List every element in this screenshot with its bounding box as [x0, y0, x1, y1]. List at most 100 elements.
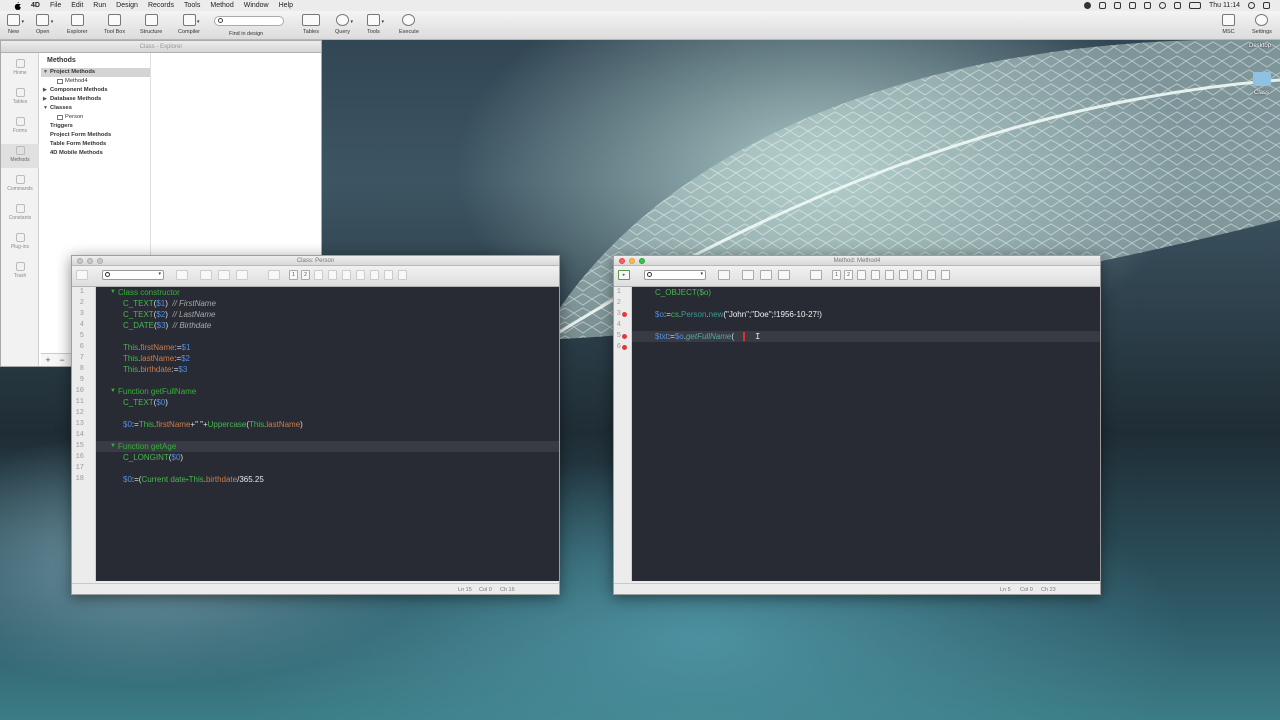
- method-code-editor[interactable]: 123456 C_OBJECT($o) $o:=cs.Person.new("J…: [614, 287, 1100, 581]
- node-person[interactable]: Person: [41, 113, 150, 122]
- class-editor-search[interactable]: ▾: [102, 270, 164, 280]
- layout-button-7[interactable]: [370, 270, 379, 280]
- zoom-2-button[interactable]: 2: [844, 270, 853, 280]
- method-window-titlebar[interactable]: Method: Method4: [614, 256, 1100, 266]
- disclosure-closed-icon[interactable]: ▶: [43, 95, 47, 104]
- record-icon[interactable]: [1083, 2, 1091, 9]
- collapse-icon[interactable]: [268, 270, 280, 280]
- apple-icon[interactable]: [14, 1, 21, 10]
- compiler-button[interactable]: ▾ Compiler: [178, 14, 200, 35]
- volume-icon[interactable]: [1173, 2, 1181, 9]
- layout-button-6[interactable]: [356, 270, 365, 280]
- layout-button-3[interactable]: [314, 270, 323, 280]
- node-4d-mobile-methods[interactable]: 4D Mobile Methods: [41, 149, 150, 158]
- method-editor-search[interactable]: ▾: [644, 270, 706, 280]
- node-database-methods[interactable]: ▶ Database Methods: [41, 95, 150, 104]
- tab-methods[interactable]: Methods: [1, 144, 39, 168]
- add-button[interactable]: +: [41, 354, 55, 366]
- menu-help[interactable]: Help: [279, 2, 293, 9]
- bookmark-icon[interactable]: [236, 270, 248, 280]
- tab-commands[interactable]: Commands: [1, 175, 39, 192]
- fold-triangle-icon[interactable]: ▼: [110, 289, 116, 295]
- collapse-icon[interactable]: [810, 270, 822, 280]
- menu-file[interactable]: File: [50, 2, 61, 9]
- settings-button[interactable]: Settings: [1252, 14, 1272, 35]
- minimize-window-button[interactable]: [87, 258, 93, 264]
- tab-home[interactable]: Home: [1, 59, 39, 76]
- explorer-titlebar[interactable]: Class - Explorer: [1, 41, 321, 53]
- tools-button[interactable]: ▾ Tools: [367, 14, 384, 35]
- layout-button-9[interactable]: [941, 270, 950, 280]
- toolbox-button[interactable]: Tool Box: [104, 14, 125, 35]
- msc-button[interactable]: MSC: [1222, 14, 1235, 35]
- tab-forms[interactable]: Forms: [1, 117, 39, 134]
- macros-icon[interactable]: [176, 270, 188, 280]
- breakpoint-icon[interactable]: [622, 312, 627, 317]
- structure-button[interactable]: Structure: [140, 14, 162, 35]
- class-window-titlebar[interactable]: Class: Person: [72, 256, 559, 266]
- menu-window[interactable]: Window: [244, 2, 269, 9]
- node-project-methods[interactable]: ▼ Project Methods: [41, 68, 150, 77]
- node-method4[interactable]: Method4: [41, 77, 150, 86]
- tab-trash[interactable]: Trash: [1, 262, 39, 279]
- node-project-form-methods[interactable]: Project Form Methods: [41, 131, 150, 140]
- zoom-1-button[interactable]: 1: [289, 270, 298, 280]
- macros-icon[interactable]: [718, 270, 730, 280]
- remove-button[interactable]: −: [55, 354, 69, 366]
- menu-design[interactable]: Design: [116, 2, 138, 9]
- layout-button-8[interactable]: [927, 270, 936, 280]
- zoom-window-button[interactable]: [97, 258, 103, 264]
- node-component-methods[interactable]: ▶ Component Methods: [41, 86, 150, 95]
- open-button[interactable]: ▾ Open: [36, 14, 53, 35]
- menu-clock[interactable]: Thu 11:14: [1209, 2, 1240, 9]
- layout-button-4[interactable]: [871, 270, 880, 280]
- close-window-button[interactable]: [77, 258, 83, 264]
- indent-icon[interactable]: [200, 270, 212, 280]
- list-icon[interactable]: [760, 270, 772, 280]
- class-folder-label[interactable]: Class: [1254, 90, 1269, 96]
- query-button[interactable]: ▾ Query: [335, 14, 353, 35]
- layout-button-5[interactable]: [342, 270, 351, 280]
- breakpoint-icon[interactable]: [622, 345, 627, 350]
- class-code-editor[interactable]: 1 2 3 4 5 6 7 8 9 10 11 12 13 14 15 16 17 18 ▼ ▼ ▼ Class …: [72, 287, 559, 581]
- disclosure-closed-icon[interactable]: ▶: [43, 86, 47, 95]
- airplay-icon[interactable]: [1128, 2, 1136, 9]
- notification-center-icon[interactable]: [1263, 2, 1270, 9]
- zoom-2-button[interactable]: 2: [301, 270, 310, 280]
- menu-edit[interactable]: Edit: [71, 2, 83, 9]
- layout-button-6[interactable]: [899, 270, 908, 280]
- wifi-icon[interactable]: [1158, 2, 1166, 9]
- execute-button[interactable]: Execute: [399, 14, 419, 35]
- breakpoint-icon[interactable]: [622, 334, 627, 339]
- menu-method[interactable]: Method: [210, 2, 233, 9]
- battery-icon[interactable]: [1188, 2, 1201, 9]
- menu-records[interactable]: Records: [148, 2, 174, 9]
- close-window-button[interactable]: [619, 258, 625, 264]
- zoom-1-button[interactable]: 1: [832, 270, 841, 280]
- new-button[interactable]: ▾ New: [7, 14, 24, 35]
- clipboard-icon[interactable]: [1098, 2, 1106, 9]
- indent-icon[interactable]: [742, 270, 754, 280]
- spotlight-icon[interactable]: [1248, 2, 1255, 9]
- menu-run[interactable]: Run: [93, 2, 106, 9]
- find-in-design-input[interactable]: [214, 16, 284, 26]
- bookmark-icon[interactable]: [778, 270, 790, 280]
- node-table-form-methods[interactable]: Table Form Methods: [41, 140, 150, 149]
- tab-constants[interactable]: Constants: [1, 204, 39, 221]
- layout-button-4[interactable]: [328, 270, 337, 280]
- tables-button[interactable]: Tables: [302, 14, 320, 35]
- fold-triangle-icon[interactable]: ▼: [110, 443, 116, 449]
- tab-tables[interactable]: Tables: [1, 88, 39, 105]
- minimize-window-button[interactable]: [629, 258, 635, 264]
- desktop-folder-label[interactable]: Desktop: [1249, 43, 1271, 49]
- zoom-window-button[interactable]: [639, 258, 645, 264]
- layout-button-8[interactable]: [384, 270, 393, 280]
- node-triggers[interactable]: Triggers: [41, 122, 150, 131]
- disclosure-open-icon[interactable]: ▼: [43, 104, 48, 113]
- tab-plugins[interactable]: Plug-ins: [1, 233, 39, 250]
- node-classes[interactable]: ▼ Classes: [41, 104, 150, 113]
- menu-tools[interactable]: Tools: [184, 2, 200, 9]
- layout-button-9[interactable]: [398, 270, 407, 280]
- explorer-button[interactable]: Explorer: [67, 14, 87, 35]
- bluetooth-icon[interactable]: [1143, 2, 1151, 9]
